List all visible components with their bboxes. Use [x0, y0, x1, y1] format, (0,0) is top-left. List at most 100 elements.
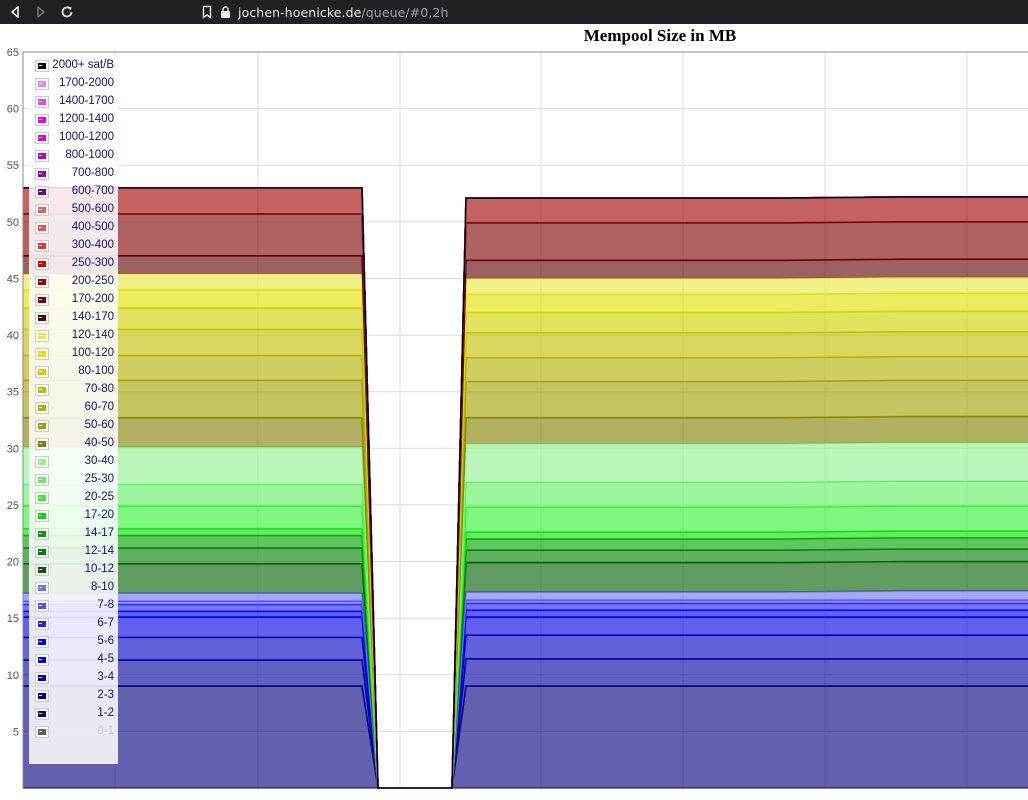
legend-item[interactable]: 1000-1200 [29, 129, 118, 147]
legend-item[interactable]: 40-50 [29, 435, 118, 453]
legend-item[interactable]: 70-80 [29, 381, 118, 399]
mempool-chart: 5 10 15 20 25 30 35 40 45 50 55 60 65 Mempool Size i… [0, 24, 1028, 800]
y-tick-label: 55 [7, 160, 19, 172]
legend-label: 400-500 [71, 221, 114, 233]
legend-item[interactable]: 30-40 [29, 453, 118, 471]
y-tick-label: 65 [7, 47, 19, 59]
lock-icon[interactable] [220, 6, 231, 18]
legend-label: 6-7 [97, 617, 114, 629]
legend-swatch [35, 492, 49, 504]
legend-item[interactable]: 17-20 [29, 507, 118, 525]
legend-item[interactable]: 7-8 [29, 597, 118, 615]
y-tick-label: 5 [13, 726, 19, 738]
legend-item[interactable]: 1-2 [29, 705, 118, 723]
legend-item[interactable]: 6-7 [29, 615, 118, 633]
back-icon[interactable] [4, 1, 26, 23]
url-path: /queue/#0,2h [361, 4, 449, 20]
legend-item[interactable]: 200-250 [29, 273, 118, 291]
legend-item[interactable]: 500-600 [29, 201, 118, 219]
legend-item[interactable]: 2000+ sat/B [29, 57, 118, 75]
legend-swatch [35, 582, 49, 594]
legend-item[interactable]: 80-100 [29, 363, 118, 381]
legend-item[interactable]: 800-1000 [29, 147, 118, 165]
legend-item[interactable]: 1400-1700 [29, 93, 118, 111]
legend-label: 17-20 [84, 509, 114, 521]
legend-label: 25-30 [84, 473, 114, 485]
legend-item[interactable]: 1700-2000 [29, 75, 118, 93]
legend-item[interactable]: 25-30 [29, 471, 118, 489]
legend-item[interactable]: 170-200 [29, 291, 118, 309]
legend-swatch [35, 618, 49, 630]
legend-label: 4-5 [97, 653, 114, 665]
legend-swatch [35, 204, 49, 216]
legend-item[interactable]: 20-25 [29, 489, 118, 507]
legend-swatch [35, 348, 49, 360]
legend-swatch [35, 528, 49, 540]
legend-label: 250-300 [71, 257, 114, 269]
legend-item[interactable]: 300-400 [29, 237, 118, 255]
legend-swatch [35, 438, 49, 450]
legend-item[interactable]: 400-500 [29, 219, 118, 237]
address-bar[interactable]: jochen-hoenicke.de/queue/#0,2h [200, 2, 449, 22]
legend-label: 7-8 [97, 599, 114, 611]
legend-item[interactable]: 100-120 [29, 345, 118, 363]
legend-item[interactable]: 2-3 [29, 687, 118, 705]
reload-icon[interactable] [56, 1, 78, 23]
legend-label: 40-50 [84, 437, 114, 449]
legend-label: 0-1 [97, 725, 114, 737]
legend-swatch [35, 708, 49, 720]
legend-swatch [35, 654, 49, 666]
legend-label: 140-170 [71, 311, 114, 323]
legend-label: 100-120 [71, 347, 114, 359]
legend-item[interactable]: 14-17 [29, 525, 118, 543]
legend-swatch [35, 294, 49, 306]
legend-item[interactable]: 700-800 [29, 165, 118, 183]
url-text[interactable]: jochen-hoenicke.de/queue/#0,2h [238, 5, 449, 20]
legend-label: 1700-2000 [59, 77, 114, 89]
legend-label: 700-800 [71, 167, 114, 179]
legend-swatch [35, 366, 49, 378]
legend-label: 1-2 [97, 707, 114, 719]
y-tick-label: 20 [7, 557, 19, 569]
legend-swatch [35, 672, 49, 684]
legend-item[interactable]: 600-700 [29, 183, 118, 201]
legend-item[interactable]: 12-14 [29, 543, 118, 561]
legend-label: 1400-1700 [59, 95, 114, 107]
legend-item[interactable]: 4-5 [29, 651, 118, 669]
legend-label: 14-17 [84, 527, 114, 539]
legend-label: 80-100 [78, 365, 114, 377]
forward-icon[interactable] [30, 1, 52, 23]
legend-swatch [35, 240, 49, 252]
legend-item[interactable]: 10-12 [29, 561, 118, 579]
legend-swatch [35, 222, 49, 234]
series-fill [23, 686, 1028, 788]
legend-label: 300-400 [71, 239, 114, 251]
legend-item[interactable]: 0-1 [29, 723, 118, 741]
y-tick-label: 25 [7, 500, 19, 512]
legend-item[interactable]: 250-300 [29, 255, 118, 273]
legend-label: 10-12 [84, 563, 114, 575]
chart-legend: 2000+ sat/B 1700-2000 1400-1700 1200-1400 10… [29, 57, 118, 764]
legend-swatch [35, 474, 49, 486]
legend-label: 1200-1400 [59, 113, 114, 125]
legend-item[interactable]: 5-6 [29, 633, 118, 651]
legend-label: 60-70 [84, 401, 114, 413]
legend-label: 2000+ sat/B [52, 59, 114, 71]
legend-item[interactable]: 60-70 [29, 399, 118, 417]
legend-swatch [35, 546, 49, 558]
bookmark-icon[interactable] [200, 1, 214, 23]
legend-item[interactable]: 50-60 [29, 417, 118, 435]
legend-label: 12-14 [84, 545, 114, 557]
legend-item[interactable]: 1200-1400 [29, 111, 118, 129]
legend-swatch [35, 60, 49, 72]
y-tick-label: 60 [7, 104, 19, 116]
legend-swatch [35, 132, 49, 144]
legend-label: 5-6 [97, 635, 114, 647]
legend-item[interactable]: 120-140 [29, 327, 118, 345]
legend-label: 170-200 [71, 293, 114, 305]
legend-item[interactable]: 140-170 [29, 309, 118, 327]
legend-item[interactable]: 3-4 [29, 669, 118, 687]
legend-label: 20-25 [84, 491, 114, 503]
y-tick-label: 30 [7, 443, 19, 455]
legend-item[interactable]: 8-10 [29, 579, 118, 597]
